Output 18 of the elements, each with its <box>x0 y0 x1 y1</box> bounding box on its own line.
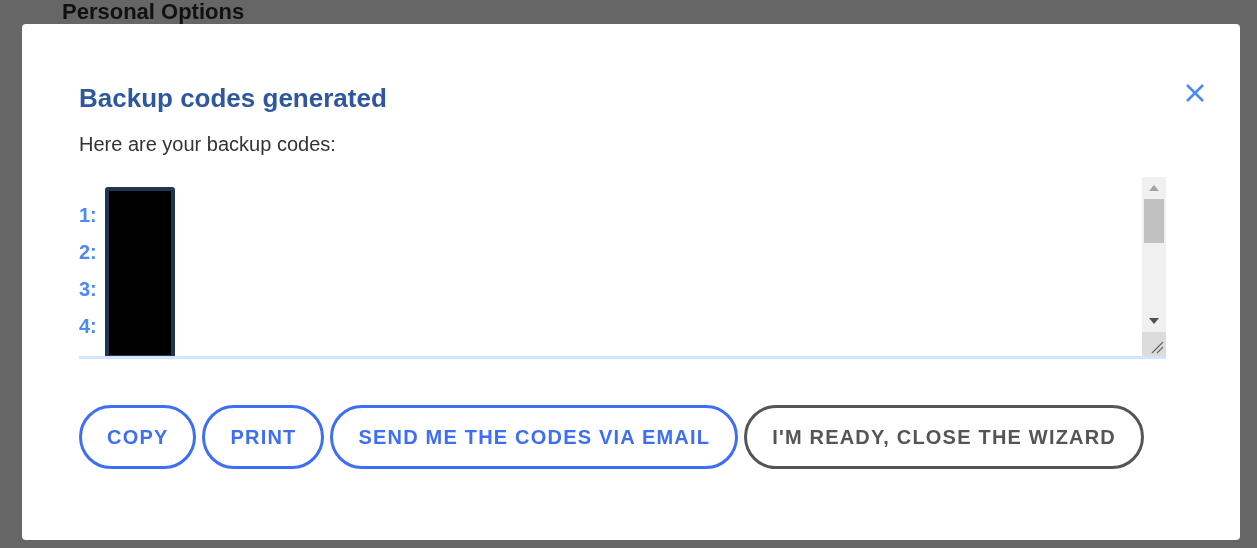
action-button[interactable]: SEND ME THE CODES VIA EMAIL <box>330 405 739 469</box>
action-button[interactable]: I'M READY, CLOSE THE WIZARD <box>744 405 1144 469</box>
scroll-down-icon[interactable] <box>1149 318 1159 324</box>
action-button[interactable]: PRINT <box>202 405 325 469</box>
code-number: 2: <box>79 240 97 265</box>
codes-textarea[interactable]: 1: 2: 3: 4: <box>79 177 1166 359</box>
code-number: 1: <box>79 203 97 228</box>
dialog-title: Backup codes generated <box>79 82 388 114</box>
page-heading: Personal Options <box>62 0 245 24</box>
action-button[interactable]: COPY <box>79 405 197 469</box>
code-number: 4: <box>79 314 97 339</box>
scroll-up-icon[interactable] <box>1149 185 1159 191</box>
scrollbar[interactable] <box>1142 177 1166 356</box>
scroll-thumb[interactable] <box>1144 199 1164 243</box>
code-number: 3: <box>79 277 97 302</box>
intro-text: Here are your backup codes: <box>79 132 336 157</box>
resize-grip-icon[interactable] <box>1142 332 1166 356</box>
close-icon[interactable] <box>1184 82 1206 104</box>
